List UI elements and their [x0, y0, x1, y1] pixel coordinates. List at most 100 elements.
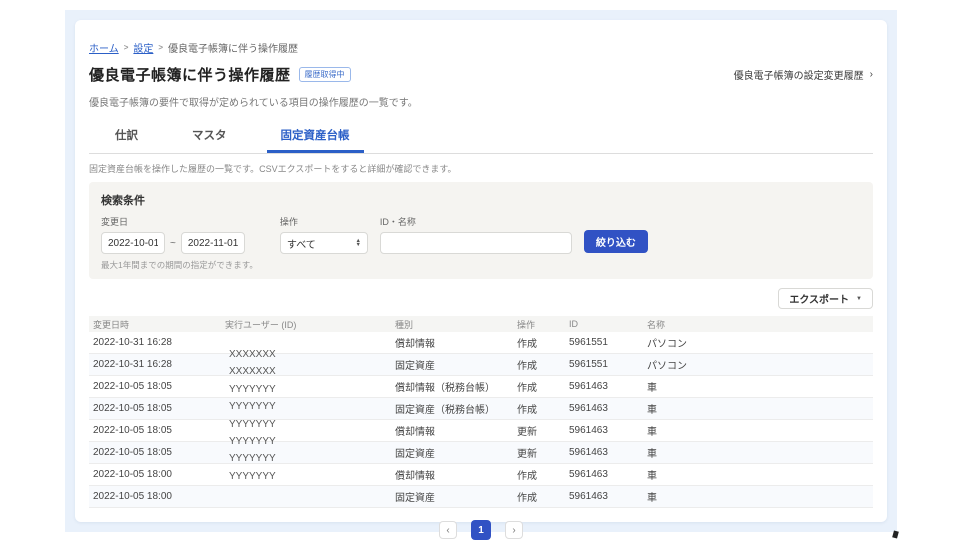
- breadcrumb-current: 優良電子帳簿に伴う操作履歴: [168, 44, 299, 55]
- breadcrumb-separator: >: [123, 43, 129, 52]
- cell-name: 車: [647, 449, 657, 460]
- table-row: 2022-10-31 16:28 償却情報 作成 5961551 パソコン: [89, 332, 873, 354]
- cell-name: 車: [647, 427, 657, 438]
- cell-datetime: 2022-10-05 18:05: [93, 403, 172, 414]
- tab-journal[interactable]: 仕訳: [101, 119, 152, 153]
- table-row: 2022-10-05 18:05 固定資産（税務台帳） 作成 5961463 車: [89, 398, 873, 420]
- chevron-right-icon: ›: [869, 69, 873, 80]
- next-page-button[interactable]: ›: [505, 521, 523, 539]
- toolbar: エクスポート ▼: [89, 288, 873, 309]
- table-row: 2022-10-05 18:00 固定資産 作成 5961463 車: [89, 486, 873, 508]
- cell-name: 車: [647, 471, 657, 482]
- cell-name: 車: [647, 383, 657, 394]
- cell-operation: 更新: [517, 427, 537, 438]
- change-date-label: 変更日: [101, 217, 129, 227]
- user-value: YYYYYYY: [229, 453, 276, 465]
- cell-name: 車: [647, 493, 657, 504]
- cell-type: 固定資産: [395, 493, 435, 504]
- cell-type: 償却情報: [395, 427, 435, 438]
- page-description: 優良電子帳簿の要件で取得が定められている項目の操作履歴の一覧です。: [89, 98, 418, 109]
- table-row: 2022-10-05 18:05 償却情報 更新 5961463 車: [89, 420, 873, 442]
- cell-operation: 作成: [517, 493, 537, 504]
- cell-operation: 作成: [517, 383, 537, 394]
- cell-type: 償却情報（税務台帳）: [395, 383, 495, 394]
- caret-down-icon: ▼: [856, 295, 862, 302]
- cell-id: 5961551: [569, 337, 608, 348]
- table-header-cell: 名称: [647, 319, 666, 330]
- setting-change-history-label: 優良電子帳簿の設定変更履歴: [733, 71, 864, 82]
- cell-datetime: 2022-10-05 18:05: [93, 381, 172, 392]
- date-to-input[interactable]: [180, 232, 245, 254]
- user-value: XXXXXXX: [229, 349, 276, 360]
- cell-id: 5961463: [569, 491, 608, 502]
- cell-datetime: 2022-10-31 16:28: [93, 359, 172, 370]
- user-value: YYYYYYY: [229, 470, 276, 482]
- cell-id: 5961463: [569, 403, 608, 414]
- operation-select[interactable]: すべて ▲ ▼: [279, 232, 368, 254]
- table-header-cell: ID: [569, 319, 578, 329]
- setting-change-history-link[interactable]: 優良電子帳簿の設定変更履歴 ›: [734, 67, 873, 82]
- table-body: 2022-10-31 16:28 償却情報 作成 5961551 パソコン 2022-10…: [89, 332, 873, 508]
- title-row: 優良電子帳簿に伴う操作履歴 履歴取得中 優良電子帳簿の設定変更履歴 ›: [89, 64, 873, 85]
- table-header-cell: 変更日時: [93, 319, 130, 330]
- id-name-label: ID・名称: [379, 217, 416, 227]
- tab-fixed-asset-ledger[interactable]: 固定資産台帳: [266, 119, 364, 153]
- cell-datetime: 2022-10-31 16:28: [93, 337, 172, 348]
- export-button[interactable]: エクスポート ▼: [778, 288, 873, 309]
- table-header-cell: 種別: [395, 319, 414, 330]
- viewport: ホーム > 設定 > 優良電子帳簿に伴う操作履歴 優良電子帳簿に伴う操作履歴 履…: [0, 0, 960, 540]
- table-header-row: 変更日時 実行ユーザー (ID) 種別 操作 ID 名称: [89, 316, 873, 332]
- table-row: 2022-10-05 18:00 償却情報 作成 5961463 車: [89, 464, 873, 486]
- date-range-helper-text: 最大1年間までの期間の指定ができます。: [101, 260, 258, 270]
- history-table: 変更日時 実行ユーザー (ID) 種別 操作 ID 名称 2022-10-31 16:28…: [89, 316, 873, 508]
- table-row: 2022-10-05 18:05 償却情報（税務台帳） 作成 5961463 車: [89, 376, 873, 398]
- page-title: 優良電子帳簿に伴う操作履歴: [89, 67, 291, 84]
- cell-id: 5961463: [569, 469, 608, 480]
- cell-operation: 作成: [517, 361, 537, 372]
- table-header-cell: 実行ユーザー (ID): [225, 319, 297, 330]
- operation-field-group: 操作 すべて ▲ ▼: [279, 215, 368, 254]
- cell-id: 5961463: [569, 425, 608, 436]
- screenshot-cursor-artifact: [892, 530, 899, 539]
- filter-button[interactable]: 絞り込む: [583, 230, 648, 253]
- table-row: 2022-10-31 16:28 固定資産 作成 5961551 パソコン: [89, 354, 873, 376]
- id-name-input[interactable]: [379, 232, 572, 254]
- cell-type: 固定資産（税務台帳）: [395, 405, 495, 416]
- user-value: YYYYYYY: [229, 418, 276, 430]
- cell-operation: 作成: [517, 339, 537, 350]
- breadcrumb-settings-link[interactable]: 設定: [133, 40, 153, 55]
- cell-id: 5961463: [569, 447, 608, 458]
- user-column-values: XXXXXXX XXXXXXX YYYYYYY YYYYYYY YYYYYYY YYYYY…: [229, 346, 276, 485]
- table-row: 2022-10-05 18:05 固定資産 更新 5961463 車: [89, 442, 873, 464]
- user-value: YYYYYYY: [229, 435, 276, 447]
- cell-operation: 更新: [517, 449, 537, 460]
- operation-select-value: すべて: [286, 239, 316, 251]
- cell-type: 償却情報: [395, 339, 435, 350]
- cell-name: パソコン: [647, 339, 687, 350]
- cell-datetime: 2022-10-05 18:05: [93, 425, 172, 436]
- cell-id: 5961463: [569, 381, 608, 392]
- current-page-button[interactable]: 1: [471, 520, 491, 540]
- change-date-field-group: 変更日 ~ 最大1年間までの期間の指定ができます。: [101, 215, 258, 271]
- pagination: ‹ 1 ›: [89, 520, 873, 540]
- date-from-input[interactable]: [101, 232, 165, 254]
- breadcrumb: ホーム > 設定 > 優良電子帳簿に伴う操作履歴: [89, 40, 873, 55]
- date-range-separator: ~: [170, 237, 176, 249]
- tab-description: 固定資産台帳を操作した履歴の一覧です。CSVエクスポートをすると詳細が確認できま…: [89, 164, 457, 174]
- main-card: ホーム > 設定 > 優良電子帳簿に伴う操作履歴 優良電子帳簿に伴う操作履歴 履…: [75, 20, 887, 540]
- search-panel: 検索条件 変更日 ~ 最大1年間までの期間の指定ができます。 操作: [89, 182, 873, 279]
- cell-type: 償却情報: [395, 471, 435, 482]
- tab-bar: 仕訳 マスタ 固定資産台帳: [89, 119, 873, 154]
- cell-id: 5961551: [569, 359, 608, 370]
- user-value: YYYYYYY: [229, 401, 276, 413]
- breadcrumb-separator: >: [158, 43, 164, 52]
- export-button-label: エクスポート: [789, 295, 850, 306]
- breadcrumb-home-link[interactable]: ホーム: [89, 40, 119, 55]
- cell-operation: 作成: [517, 471, 537, 482]
- prev-page-button[interactable]: ‹: [439, 521, 457, 539]
- id-name-field-group: ID・名称: [379, 215, 572, 254]
- cell-operation: 作成: [517, 405, 537, 416]
- cell-type: 固定資産: [395, 361, 435, 372]
- tab-master[interactable]: マスタ: [178, 119, 241, 153]
- status-badge: 履歴取得中: [298, 67, 351, 82]
